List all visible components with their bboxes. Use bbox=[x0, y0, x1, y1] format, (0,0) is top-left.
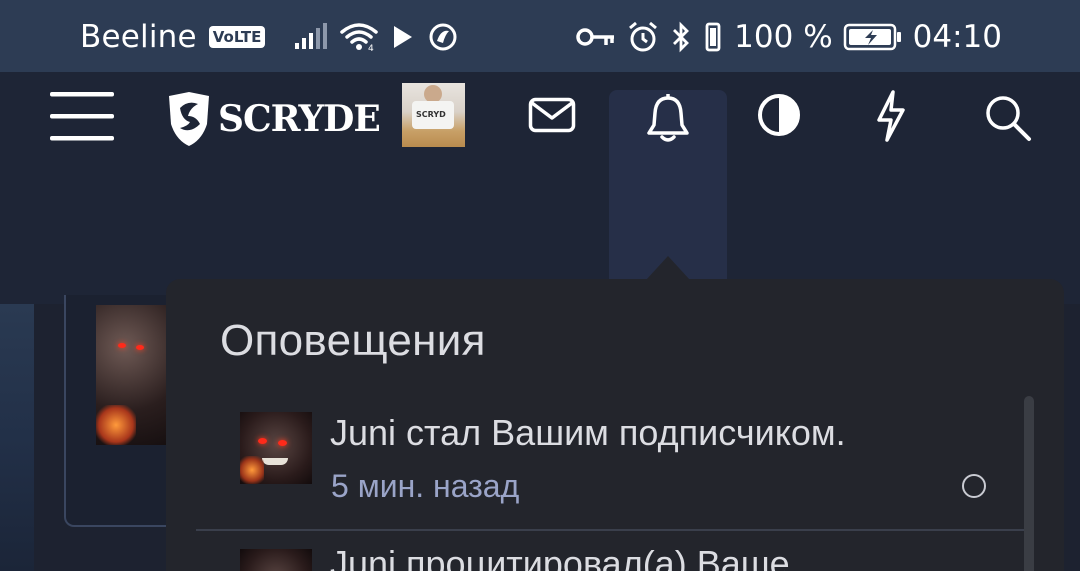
messages-button[interactable] bbox=[522, 90, 582, 140]
notifications-button[interactable] bbox=[640, 90, 696, 146]
signal-icon bbox=[293, 23, 328, 51]
background-avatar bbox=[96, 305, 168, 445]
status-bar-left: Beeline VoLTE 4 bbox=[80, 14, 459, 60]
popup-title: Оповещения bbox=[220, 316, 486, 365]
notification-avatar[interactable] bbox=[240, 412, 312, 484]
battery-charging-icon bbox=[843, 22, 903, 52]
site-logo[interactable]: SCRYDE bbox=[166, 90, 381, 148]
status-bar-right: 100 % 04:10 bbox=[576, 14, 1002, 60]
notification-text[interactable]: Juni процитировал(а) Ваше bbox=[330, 543, 790, 571]
user-avatar[interactable]: SCRYD bbox=[402, 83, 465, 147]
search-button[interactable] bbox=[980, 90, 1036, 146]
app-notification-icon bbox=[427, 21, 459, 53]
alarm-icon bbox=[626, 20, 660, 54]
notification-avatar[interactable] bbox=[240, 549, 312, 571]
avatar-shirt-text: SCRYD bbox=[416, 110, 446, 119]
bell-icon bbox=[647, 94, 689, 142]
vpn-key-icon bbox=[576, 25, 616, 49]
app-root: Beeline VoLTE 4 100 % 04:10 SCRYDE SCRYD… bbox=[0, 0, 1080, 571]
theme-toggle-icon bbox=[758, 94, 800, 136]
status-bar: Beeline VoLTE 4 100 % 04:10 bbox=[0, 0, 1080, 72]
bluetooth-icon bbox=[670, 21, 692, 53]
wifi-icon: 4 bbox=[339, 22, 379, 52]
clock: 04:10 bbox=[912, 19, 1002, 55]
menu-icon bbox=[50, 92, 114, 141]
search-icon bbox=[986, 96, 1031, 141]
carrier-name: Beeline bbox=[80, 19, 197, 55]
battery-percent: 100 % bbox=[734, 19, 833, 55]
notification-text[interactable]: Juni стал Вашим подписчиком. bbox=[330, 412, 846, 454]
popup-scrollbar[interactable] bbox=[1024, 396, 1034, 571]
mail-icon bbox=[528, 97, 576, 133]
popup-caret bbox=[646, 256, 690, 280]
notification-divider bbox=[196, 529, 1034, 531]
notification-time: 5 мин. назад bbox=[331, 468, 520, 504]
menu-button[interactable] bbox=[50, 90, 114, 142]
mark-read-toggle[interactable] bbox=[962, 474, 986, 498]
bolt-icon bbox=[877, 90, 905, 142]
logo-text: SCRYDE bbox=[218, 98, 381, 140]
play-icon bbox=[391, 24, 415, 50]
volte-badge: VoLTE bbox=[208, 26, 266, 48]
logo-shield-icon bbox=[169, 92, 209, 146]
whats-new-button[interactable] bbox=[866, 88, 916, 144]
theme-toggle-button[interactable] bbox=[754, 90, 804, 140]
svg-text:4: 4 bbox=[368, 44, 374, 52]
vibrate-icon bbox=[702, 21, 724, 53]
page-background-art bbox=[0, 304, 34, 571]
